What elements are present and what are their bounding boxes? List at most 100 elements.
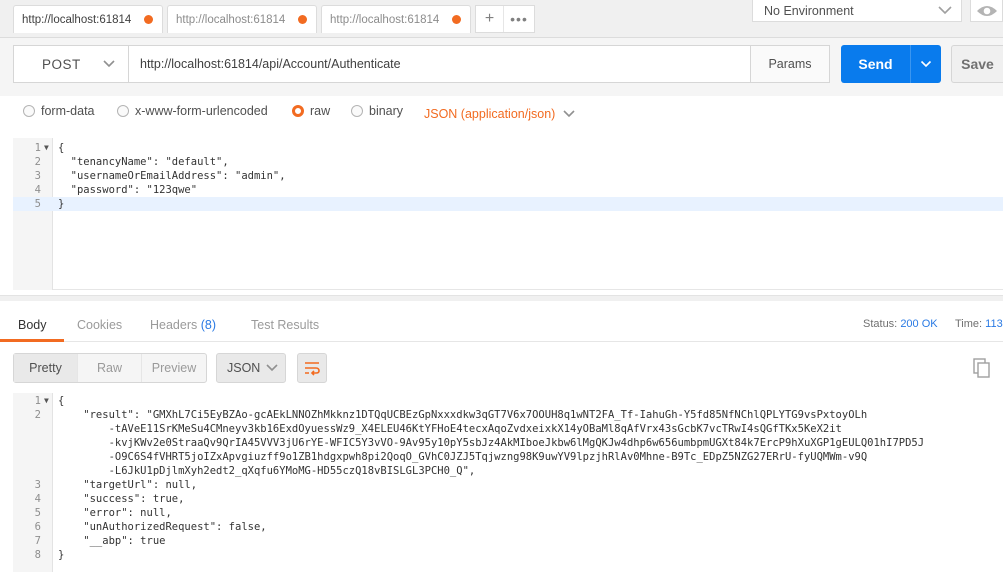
time-value[interactable]: 113 xyxy=(985,318,1003,330)
code-text: "result": "GMXhL7Ci5EyBZAo-gcAEkLNNOZhMk… xyxy=(58,409,868,421)
method-label: POST xyxy=(42,56,81,72)
line-number: 1 xyxy=(34,142,41,154)
line-number: 5 xyxy=(34,198,41,210)
copy-icon xyxy=(973,358,990,378)
radio-circle-icon xyxy=(351,105,363,117)
editor-line: 1 ▼ { xyxy=(13,141,1003,155)
request-tab-1[interactable]: http://localhost:61814 xyxy=(13,5,163,33)
request-tab-label: http://localhost:61814 xyxy=(176,13,286,26)
send-button[interactable]: Send xyxy=(841,45,941,83)
line-number: 2 xyxy=(34,409,41,421)
wrap-lines-button[interactable] xyxy=(297,353,327,383)
unsaved-dot-icon xyxy=(298,15,307,24)
status-label: Status: xyxy=(863,318,898,330)
line-number: 4 xyxy=(34,493,41,505)
radio-label: form-data xyxy=(41,104,95,118)
line-number: 2 xyxy=(34,156,41,168)
radio-selected-icon xyxy=(292,105,304,117)
save-label: Save xyxy=(961,56,994,72)
line-number: 4 xyxy=(34,184,41,196)
pretty-button[interactable]: Pretty xyxy=(14,354,78,382)
radio-label: binary xyxy=(369,104,404,118)
format-select[interactable]: JSON xyxy=(216,353,286,383)
fold-arrow-icon[interactable]: ▼ xyxy=(44,141,49,155)
method-select[interactable]: POST xyxy=(13,45,129,83)
editor-line: 3 "usernameOrEmailAddress": "admin", xyxy=(13,169,1003,183)
radio-urlencoded[interactable]: x-www-form-urlencoded xyxy=(117,104,268,118)
editor-line: 4 "password": "123qwe" xyxy=(13,183,1003,197)
fold-arrow-icon[interactable]: ▼ xyxy=(44,394,49,408)
request-tab-2[interactable]: http://localhost:61814 xyxy=(167,5,317,33)
code-text: "unAuthorizedRequest": false, xyxy=(58,521,267,533)
tab-cookies[interactable]: Cookies xyxy=(77,318,122,332)
headers-count-badge: (8) xyxy=(200,318,217,332)
code-text: -L6JkU1pDjlmXyh2edt2_qXqfu6YMoMG-HD55czQ… xyxy=(58,465,476,477)
response-body-viewer[interactable]: 1 ▼ { 2 "result": "GMXhL7Ci5EyBZAo-gcAEk… xyxy=(13,393,1003,572)
line-number: 1 xyxy=(34,395,41,407)
code-text: "error": null, xyxy=(58,507,172,519)
send-label: Send xyxy=(858,56,893,72)
request-tab-3[interactable]: http://localhost:61814 xyxy=(321,5,471,33)
copy-button[interactable] xyxy=(972,357,992,379)
chevron-down-icon xyxy=(103,60,115,68)
preview-button[interactable]: Preview xyxy=(142,354,206,382)
save-button[interactable]: Save xyxy=(951,45,1003,83)
code-text: "__abp": true xyxy=(58,535,166,547)
wrap-lines-icon xyxy=(305,362,320,376)
eye-icon xyxy=(976,5,997,16)
tab-headers[interactable]: Headers (8) xyxy=(150,318,216,332)
raw-button[interactable]: Raw xyxy=(78,354,142,382)
line-number: 3 xyxy=(34,479,41,491)
line-number: 6 xyxy=(34,521,41,533)
more-tabs-icon[interactable]: ••• xyxy=(504,11,534,27)
editor-line-active: 5 } xyxy=(13,197,1003,211)
request-tab-bar: http://localhost:61814 http://localhost:… xyxy=(0,0,1003,38)
chevron-down-icon[interactable] xyxy=(562,108,576,120)
radio-form-data[interactable]: form-data xyxy=(23,104,95,118)
code-text: -tAVeE11SrKMeSu4CMneyv3kb16ExdOyuessWz9_… xyxy=(58,423,842,435)
request-tab-label: http://localhost:61814 xyxy=(22,13,132,26)
line-number: 5 xyxy=(34,507,41,519)
code-text: } xyxy=(58,198,65,210)
environment-select[interactable]: No Environment xyxy=(752,0,962,22)
format-label: JSON xyxy=(227,361,261,375)
line-number: 3 xyxy=(34,170,41,182)
code-text: { xyxy=(58,142,65,154)
tab-actions: + ••• xyxy=(475,5,535,33)
add-tab-icon[interactable]: + xyxy=(476,6,504,32)
radio-binary[interactable]: binary xyxy=(351,104,403,118)
active-tab-indicator xyxy=(0,339,64,342)
request-body-editor[interactable]: 1 ▼ { 2 "tenancyName": "default", 3 "use… xyxy=(13,138,1003,290)
request-tab-label: http://localhost:61814 xyxy=(330,13,440,26)
tab-test-results[interactable]: Test Results xyxy=(251,318,319,332)
tab-body[interactable]: Body xyxy=(18,318,47,332)
response-time: Time: 113 xyxy=(955,318,1003,330)
radio-raw[interactable]: raw xyxy=(292,104,330,118)
environment-quick-look-button[interactable] xyxy=(970,0,1003,22)
params-button[interactable]: Params xyxy=(750,45,830,83)
radio-circle-icon xyxy=(117,105,129,117)
status-value[interactable]: 200 OK xyxy=(900,318,937,330)
content-type-select[interactable]: JSON (application/json) xyxy=(424,107,555,121)
pane-divider[interactable] xyxy=(0,295,1003,301)
radio-label: x-www-form-urlencoded xyxy=(135,104,268,118)
code-text: "success": true, xyxy=(58,493,185,505)
request-bar: POST http://localhost:61814/api/Account/… xyxy=(0,38,1003,96)
environment-label: No Environment xyxy=(764,3,854,18)
url-value: http://localhost:61814/api/Account/Authe… xyxy=(140,57,401,71)
editor-line: 2 "tenancyName": "default", xyxy=(13,155,1003,169)
code-text: -kvjKWv2e0StraaQv9QrIA45VVV3jU6rYE-WFIC5… xyxy=(58,437,925,449)
radio-circle-icon xyxy=(23,105,35,117)
send-options-button[interactable] xyxy=(910,45,941,83)
response-status: Status: 200 OK xyxy=(863,318,938,330)
view-mode-group: Pretty Raw Preview xyxy=(13,353,207,383)
unsaved-dot-icon xyxy=(452,15,461,24)
code-text: { xyxy=(58,395,65,407)
code-text: "targetUrl": null, xyxy=(58,479,198,491)
radio-label: raw xyxy=(310,104,331,118)
chevron-down-icon xyxy=(266,364,278,372)
code-text: } xyxy=(58,549,65,561)
code-text: "password": "123qwe" xyxy=(58,184,198,196)
code-text: -O9C6S4fVHRT5joIZxApvgiuzff9o1ZB1hdgxpwh… xyxy=(58,451,868,463)
url-input[interactable]: http://localhost:61814/api/Account/Authe… xyxy=(128,45,751,83)
